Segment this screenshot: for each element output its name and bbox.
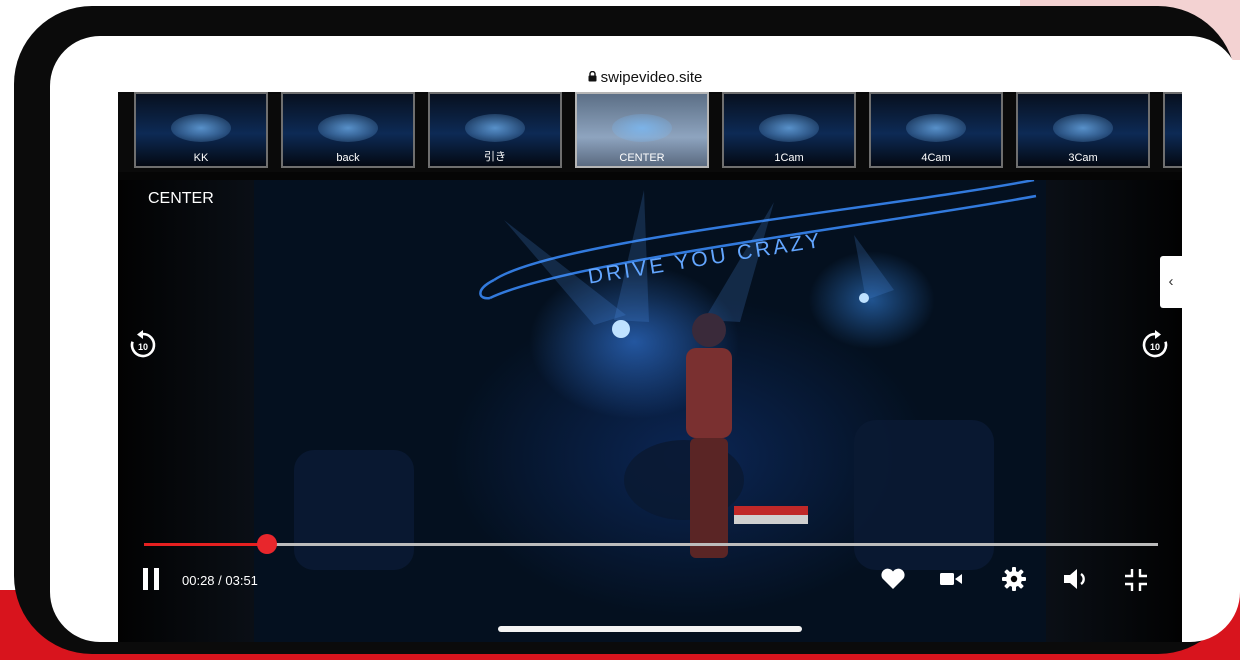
camera-thumbnail-label: 1Cam	[774, 152, 804, 164]
gear-icon[interactable]	[1002, 567, 1026, 596]
camera-thumbnail-label: 4Cam	[921, 152, 951, 164]
video-player[interactable]: KK back 引き CENTER 1Cam 4Cam 3Cam DRIVE YOU CRA…	[118, 92, 1182, 642]
forward-10-icon[interactable]: 10	[1140, 330, 1170, 365]
concert-scene-graphic: DRIVE YOU CRAZY	[294, 180, 1037, 570]
svg-text:10: 10	[138, 342, 148, 352]
phone-screen: swipevideo.site KK back 引き CENTER 1Cam 4Cam 3C…	[50, 36, 1240, 642]
browser-url-bar[interactable]: swipevideo.site	[50, 36, 1240, 92]
time-display: 00:28 / 03:51	[182, 573, 258, 588]
exit-fullscreen-icon[interactable]	[1124, 568, 1148, 597]
stage-sign-text: DRIVE YOU CRAZY	[586, 229, 824, 289]
camera-thumbnail-label: back	[336, 152, 360, 164]
thumbnail-preview	[171, 114, 231, 143]
camera-thumbnail[interactable]: 1Cam	[722, 92, 856, 168]
camera-thumbnail[interactable]: KK	[134, 92, 268, 168]
thumbnail-preview	[1053, 114, 1113, 143]
thumbnail-preview	[759, 114, 819, 143]
camera-thumbnail[interactable]	[1163, 92, 1182, 168]
replay-10-icon[interactable]: 10	[128, 330, 158, 365]
camera-thumbnail[interactable]: CENTER	[575, 92, 709, 168]
video-camera-icon[interactable]	[940, 571, 964, 592]
thumbnail-preview	[318, 114, 378, 143]
camera-thumbnail[interactable]: 引き	[428, 92, 562, 168]
camera-thumbnail-label: 3Cam	[1068, 152, 1098, 164]
progress-scrubber-handle[interactable]	[256, 534, 277, 554]
volume-icon[interactable]	[1064, 569, 1090, 594]
camera-thumbnail-label: KK	[193, 152, 209, 164]
pause-icon[interactable]	[142, 568, 160, 595]
current-camera-label: CENTER	[148, 190, 214, 207]
thumbnail-preview	[906, 114, 966, 143]
camera-thumbnail-label: 引き	[484, 151, 506, 163]
lock-icon	[588, 70, 597, 86]
collapse-panel-tab[interactable]: ‹	[1160, 256, 1182, 308]
camera-thumbnail[interactable]: back	[281, 92, 415, 168]
progress-bar[interactable]	[144, 534, 1158, 554]
thumbnail-preview	[612, 114, 672, 143]
url-text: swipevideo.site	[600, 69, 703, 86]
home-indicator[interactable]	[498, 626, 802, 632]
progress-bar-fill	[144, 543, 267, 546]
camera-thumbnail[interactable]: 4Cam	[869, 92, 1003, 168]
camera-thumbnail-label: CENTER	[619, 152, 665, 164]
camera-thumbnail-strip: KK back 引き CENTER 1Cam 4Cam 3Cam	[118, 92, 1182, 172]
thumbnail-preview	[465, 114, 525, 143]
heart-icon[interactable]	[880, 568, 906, 595]
svg-text:10: 10	[1150, 342, 1160, 352]
camera-thumbnail[interactable]: 3Cam	[1016, 92, 1150, 168]
phone-frame: swipevideo.site KK back 引き CENTER 1Cam 4Cam 3C…	[14, 6, 1240, 654]
video-frame[interactable]: DRIVE YOU CRAZY	[254, 180, 1046, 642]
